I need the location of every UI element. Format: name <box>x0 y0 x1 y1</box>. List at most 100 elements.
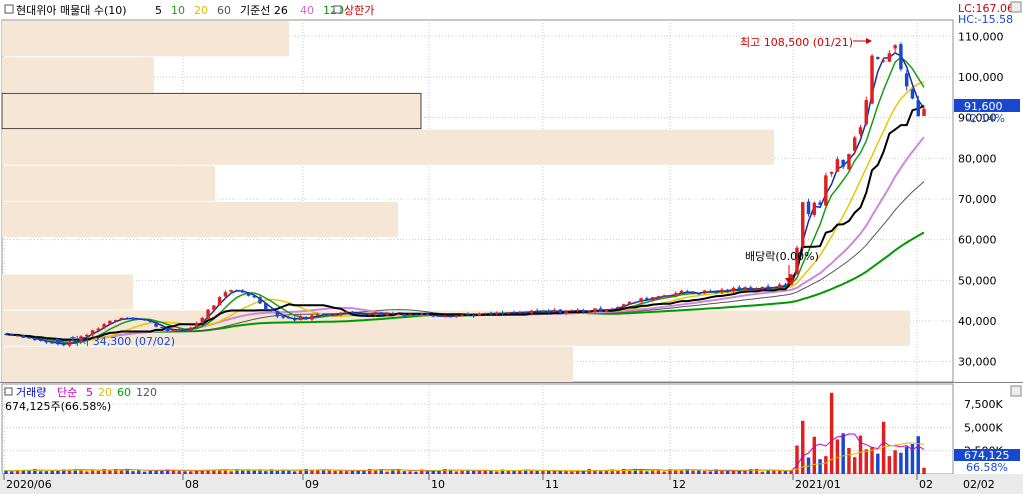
candle-body <box>824 175 828 206</box>
candle-body <box>281 315 285 318</box>
candle-body <box>627 301 632 305</box>
candle-body <box>414 314 418 316</box>
candle-body <box>131 318 135 320</box>
candle-body <box>610 308 614 310</box>
candle-body <box>333 314 337 316</box>
volume-bar <box>899 452 903 474</box>
volume-legend-item: 5 <box>86 386 93 399</box>
candle-body <box>108 320 112 325</box>
candle-body <box>275 310 280 317</box>
volume-bar <box>425 471 430 474</box>
candle-body <box>379 312 384 315</box>
volume-bar <box>852 457 857 474</box>
candle-body <box>650 297 655 301</box>
candle-body <box>893 45 897 49</box>
volume-bar <box>148 470 153 474</box>
x-tick-label: 09 <box>305 478 319 491</box>
limit-checkbox[interactable] <box>333 5 342 14</box>
candle-body <box>523 312 528 314</box>
volume-bar <box>264 471 268 474</box>
candle-body <box>754 289 759 291</box>
x-tick-label: 12 <box>672 478 686 491</box>
scroll-up-button[interactable] <box>1010 1 1022 13</box>
volume-bar <box>824 456 828 474</box>
candle-body <box>598 308 603 312</box>
low-annotation: 최저 34,300 (07/02) <box>69 335 175 348</box>
candle-body <box>419 313 424 315</box>
candle-body <box>910 89 915 99</box>
candle-body <box>44 340 49 343</box>
volume-bar <box>818 459 822 474</box>
candle-body <box>137 318 141 320</box>
candle-body <box>287 317 291 319</box>
candle-body <box>454 315 459 317</box>
candle-body <box>327 314 332 316</box>
volume-bar <box>240 470 245 474</box>
volume-bar <box>552 470 557 474</box>
x-tick-label: 2021/01 <box>795 478 841 491</box>
candle-body <box>38 339 43 341</box>
candle-body <box>350 311 355 313</box>
high-annotation: 최고 108,500 (01/21) <box>740 36 853 49</box>
candle-body <box>697 293 701 295</box>
volume-bar <box>835 439 840 474</box>
candle-body <box>662 295 666 297</box>
price-tick-label: 100,000 <box>958 71 1004 84</box>
volume-bar <box>812 436 817 474</box>
candle-body <box>258 297 262 304</box>
x-tick-label: 02 <box>919 478 933 491</box>
candle-body <box>685 291 690 293</box>
candle-body <box>495 312 499 315</box>
volume-bar <box>85 471 89 474</box>
candle-body <box>33 337 37 341</box>
volume-bar <box>495 471 499 474</box>
candle-body <box>402 313 407 316</box>
volume-checkbox[interactable] <box>4 387 13 396</box>
volume-bar <box>708 471 713 474</box>
candle-body <box>702 290 707 294</box>
candle-body <box>373 312 378 315</box>
candle-body <box>102 324 106 329</box>
candle-body <box>339 312 343 316</box>
volume-bar <box>454 471 459 474</box>
volume-bar <box>731 471 736 474</box>
candle-body <box>852 137 857 151</box>
candle-body <box>437 315 441 317</box>
candle-body <box>541 310 545 312</box>
candle-body <box>125 317 129 319</box>
settings-checkbox[interactable] <box>4 4 14 14</box>
ma-legend-item: 5 <box>155 4 162 17</box>
volume-bar <box>408 471 412 474</box>
candle-body <box>518 312 522 314</box>
candle-body <box>483 312 487 315</box>
candle-body <box>50 342 54 344</box>
volume-bar <box>142 471 147 474</box>
volume-legend-item: 120 <box>136 386 157 399</box>
volume-scroll-button[interactable] <box>1010 385 1022 397</box>
candle-body <box>783 284 788 286</box>
price-tick-label: 110,000 <box>958 30 1004 43</box>
volume-bar <box>916 436 920 474</box>
volume-bar <box>841 433 845 474</box>
volume-info: 674,125주(66.58%) <box>5 400 111 413</box>
volume-bar <box>512 470 516 474</box>
volume-tick-label: 7,500K <box>964 398 1003 411</box>
candle-body <box>391 313 395 315</box>
candle-body <box>639 298 643 303</box>
volume-bar <box>645 471 649 474</box>
candle-body <box>772 287 776 289</box>
candle-body <box>546 310 551 312</box>
candle-body <box>743 287 747 290</box>
volume-bar <box>252 470 256 474</box>
volume-legend[interactable]: 거래량 단순 5 20 60 120 <box>16 386 157 399</box>
candle-body <box>876 57 880 59</box>
volume-bar <box>616 470 620 474</box>
candle-body <box>645 298 649 301</box>
candle-body <box>27 337 31 339</box>
candle-body <box>858 127 863 135</box>
candle-body <box>870 55 874 104</box>
volume-bar <box>564 471 568 474</box>
candle-body <box>587 311 591 313</box>
x-tick-label: 08 <box>185 478 199 491</box>
candle-body <box>564 311 568 314</box>
